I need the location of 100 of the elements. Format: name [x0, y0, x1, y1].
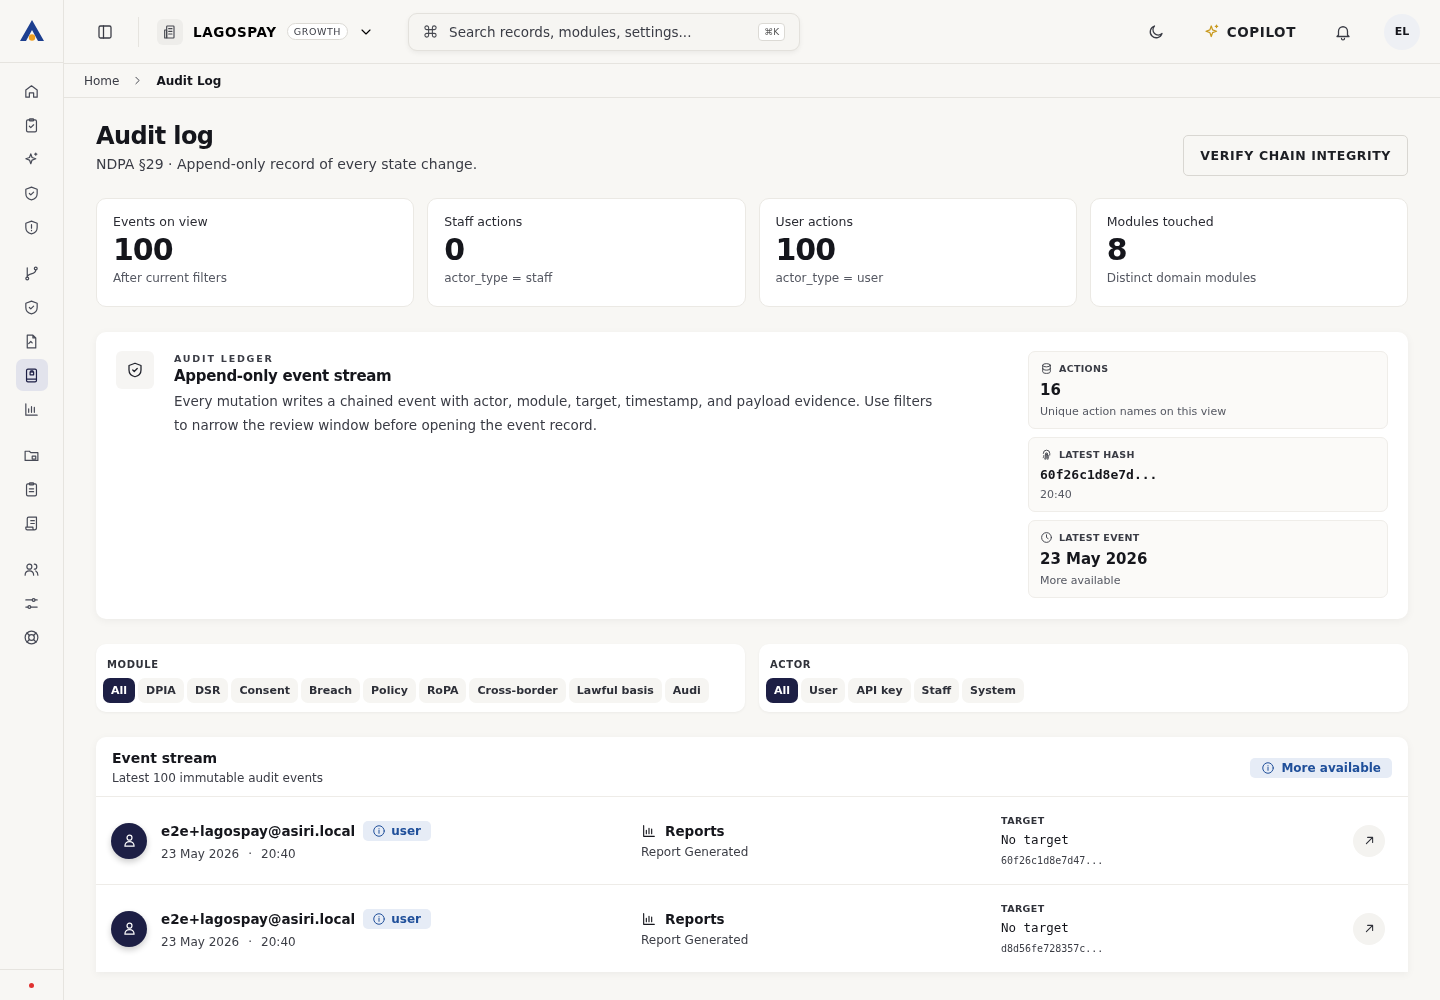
filter-chip[interactable]: DPIA: [138, 678, 184, 703]
event-hash: 60f26c1d8e7d47...: [1001, 855, 1105, 866]
filter-chip[interactable]: Consent: [231, 678, 298, 703]
stream-subtitle: Latest 100 immutable audit events: [112, 771, 323, 785]
actor-email: e2e+lagospay@asiri.local: [161, 910, 356, 927]
home-icon: [23, 82, 40, 100]
role-text: user: [391, 823, 421, 838]
stat-note: actor_type = user: [775, 271, 885, 285]
bar-chart-icon: [641, 910, 657, 927]
stat-label: User actions: [775, 214, 854, 229]
breadcrumb-link[interactable]: Home: [84, 73, 120, 88]
event-time: 20:40: [261, 934, 296, 949]
chart-icon: [23, 400, 40, 418]
info-icon: [372, 823, 387, 838]
filter-chip[interactable]: Staff: [913, 678, 960, 703]
filter-chip[interactable]: Policy: [363, 678, 416, 703]
action-name: Report Generated: [641, 932, 750, 947]
target-value: No target: [1001, 920, 1070, 935]
verify-chain-button[interactable]: VERIFY CHAIN INTEGRITY: [1183, 135, 1408, 176]
panel-icon: [96, 22, 114, 41]
fact-label: LATEST EVENT: [1059, 532, 1140, 543]
stat-value: 8: [1106, 232, 1128, 267]
plan-badge: GROWTH: [286, 23, 349, 40]
fact-label: LATEST HASH: [1059, 449, 1135, 460]
event-row[interactable]: e2e+lagospay@asiri.local user 23 May 2026 · 20:40 Reports Report Generated TARGET No target d8d56fe728357c...: [96, 884, 1408, 972]
fact-note: More available: [1040, 574, 1122, 587]
section-description: Every mutation writes a chained event with actor, module, target, timestamp, and payload evidence. Use filters to narrow the review window before opening the event record.: [174, 392, 934, 435]
badge-text: More available: [1281, 760, 1381, 775]
status-dot-icon: [29, 982, 34, 988]
fingerprint-icon: [1040, 448, 1053, 461]
info-icon: [1261, 760, 1276, 775]
target-label: TARGET: [1001, 903, 1046, 914]
event-row[interactable]: e2e+lagospay@asiri.local user 23 May 2026 · 20:40 Reports Report Generated TARGET No target 60f26c1d8e7d47...: [96, 796, 1408, 884]
page-subtitle: NDPA §29 · Append-only record of every state change.: [96, 156, 478, 172]
notebook-icon: [23, 366, 40, 384]
fact-value: 60f26c1d8e7d...: [1040, 467, 1159, 482]
logo: [18, 19, 45, 43]
building-icon: [162, 23, 178, 40]
shield-check-icon: [126, 361, 144, 379]
stat-value: 0: [444, 232, 466, 267]
filter-label: MODULE: [107, 659, 159, 670]
search-field[interactable]: Search records, modules, settings... ⌘K: [408, 12, 801, 51]
filter-chip[interactable]: Lawful basis: [568, 678, 662, 703]
clock-icon: [1040, 531, 1053, 544]
command-icon: [423, 24, 439, 39]
lifebuoy-icon: [23, 628, 40, 646]
search-input[interactable]: Search records, modules, settings...: [447, 22, 750, 41]
target-value: No target: [1001, 832, 1070, 847]
breadcrumb-link[interactable]: Audit Log: [156, 73, 222, 88]
filter-chip[interactable]: All: [766, 678, 799, 703]
stat-note: actor_type = staff: [444, 271, 554, 285]
sidebar-item[interactable]: [15, 359, 48, 391]
branch-icon: [23, 264, 40, 282]
role-text: user: [391, 911, 421, 926]
organization-switcher[interactable]: LAGOSPAY GROWTH: [157, 18, 375, 45]
stat-note: Distinct domain modules: [1106, 271, 1258, 285]
stat-value: 100: [775, 232, 837, 267]
fact-note: Unique action names on this view: [1040, 405, 1228, 418]
shield-alert-icon: [23, 218, 40, 236]
info-icon: [372, 911, 387, 926]
event-date: 23 May 2026: [161, 934, 240, 949]
filter-chip[interactable]: All: [103, 678, 136, 703]
event-hash: d8d56fe728357c...: [1001, 943, 1105, 954]
stat-note: After current filters: [113, 271, 228, 285]
module-name: Reports: [665, 822, 725, 839]
event-date: 23 May 2026: [161, 846, 240, 861]
filter-chip[interactable]: Audi: [664, 678, 709, 703]
shortcut-key: ⌘K: [758, 22, 786, 41]
filter-chip[interactable]: RoPA: [418, 678, 467, 703]
shield-check-icon: [23, 298, 40, 316]
separator-dot: ·: [248, 846, 253, 861]
page-title: Audit log: [96, 122, 215, 150]
shield-check-icon: [23, 184, 40, 202]
bar-chart-icon: [641, 822, 657, 839]
filter-chip[interactable]: Breach: [300, 678, 360, 703]
database-icon: [1040, 362, 1053, 375]
fact-value: 16: [1040, 381, 1062, 399]
filter-chip[interactable]: API key: [848, 678, 911, 703]
filter-chip[interactable]: System: [962, 678, 1024, 703]
section-eyebrow: AUDIT LEDGER: [174, 353, 275, 364]
clipboard-list-icon: [23, 480, 40, 498]
stat-label: Events on view: [113, 214, 209, 229]
scroll-icon: [23, 514, 40, 532]
user-avatar[interactable]: EL: [1384, 13, 1420, 50]
fact-value: 23 May 2026: [1040, 550, 1149, 568]
filter-chip[interactable]: Cross-border: [469, 678, 566, 703]
clipboard-check-icon: [23, 116, 40, 134]
filter-chip[interactable]: DSR: [186, 678, 229, 703]
target-label: TARGET: [1001, 815, 1046, 826]
fact-note: 20:40: [1040, 488, 1073, 501]
action-name: Report Generated: [641, 844, 750, 859]
filter-chip[interactable]: User: [801, 678, 846, 703]
copilot-button[interactable]: COPILOT: [1196, 21, 1302, 42]
section-title: Append-only event stream: [174, 367, 393, 385]
module-name: Reports: [665, 910, 725, 927]
separator-dot: ·: [248, 934, 253, 949]
filter-label: ACTOR: [770, 659, 812, 670]
stat-value: 100: [113, 232, 174, 267]
stream-title: Event stream: [112, 750, 219, 766]
actor-email: e2e+lagospay@asiri.local: [161, 822, 356, 839]
